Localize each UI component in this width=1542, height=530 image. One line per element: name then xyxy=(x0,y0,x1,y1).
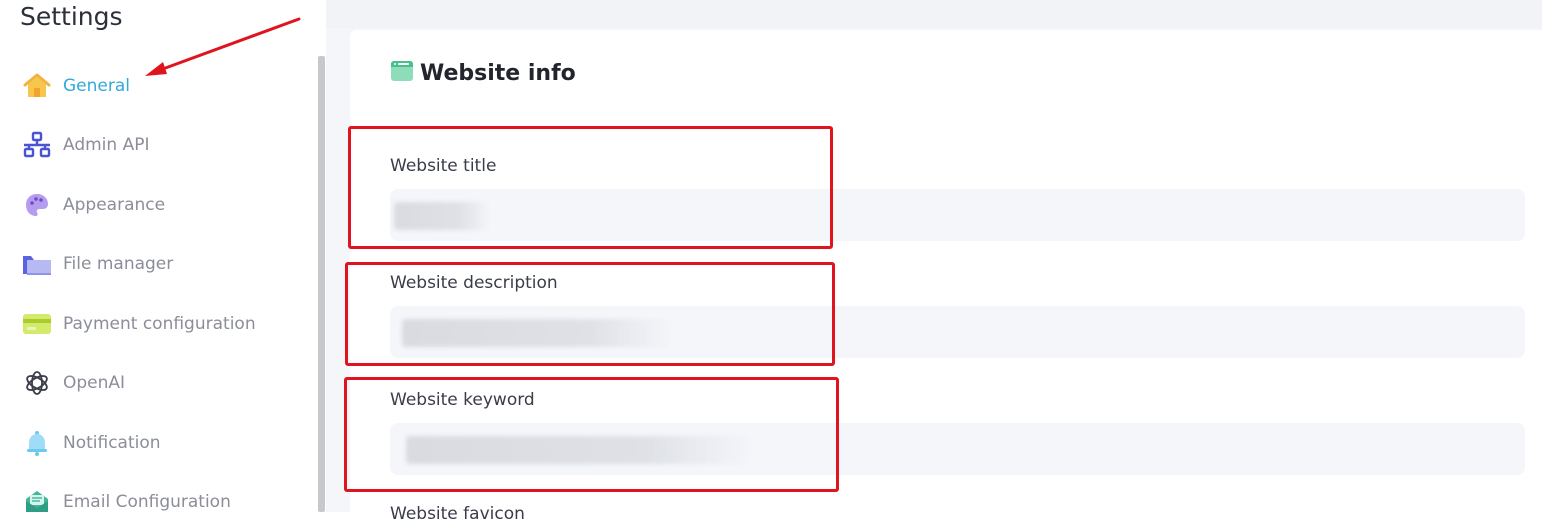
sidebar-item-admin-api[interactable]: Admin API xyxy=(20,128,149,162)
palette-icon xyxy=(20,188,54,222)
website-favicon-label: Website favicon xyxy=(390,504,525,524)
sidebar-item-label: Notification xyxy=(63,433,161,453)
sidebar-item-label: Payment configuration xyxy=(63,314,256,334)
sidebar-item-label: Email Configuration xyxy=(63,492,231,512)
sidebar-item-appearance[interactable]: Appearance xyxy=(20,188,165,222)
top-strip xyxy=(326,0,1542,28)
network-icon xyxy=(20,128,54,162)
sidebar-item-notification[interactable]: Notification xyxy=(20,426,161,460)
sidebar-item-label: General xyxy=(63,76,130,96)
sidebar-item-label: Appearance xyxy=(63,195,166,215)
card-title: Website info xyxy=(420,61,576,86)
sidebar-item-payment-configuration[interactable]: Payment configuration xyxy=(20,307,256,341)
redacted-value xyxy=(406,436,752,464)
bell-icon xyxy=(20,426,54,460)
home-icon xyxy=(20,69,54,103)
browser-window-icon xyxy=(390,60,414,87)
main-content: Website info Website title Website descr… xyxy=(326,0,1542,530)
sidebar-item-label: OpenAI xyxy=(63,373,126,393)
sidebar-item-email-configuration[interactable]: Email Configuration xyxy=(20,485,231,512)
sidebar-item-openai[interactable]: OpenAI xyxy=(20,366,125,400)
website-title-input[interactable] xyxy=(390,189,1525,241)
website-info-card: Website info Website title Website descr… xyxy=(350,30,1542,530)
mail-icon xyxy=(20,485,54,512)
folder-icon xyxy=(20,247,54,281)
card-header: Website info xyxy=(390,60,576,87)
website-description-label: Website description xyxy=(390,273,558,293)
website-description-input[interactable] xyxy=(390,306,1525,358)
redacted-value xyxy=(394,202,490,230)
sidebar-item-general[interactable]: General xyxy=(20,69,130,103)
website-title-label: Website title xyxy=(390,156,497,176)
openai-icon xyxy=(20,366,54,400)
website-keyword-label: Website keyword xyxy=(390,390,535,410)
redacted-value xyxy=(402,319,672,347)
settings-sidebar: Settings General Admin API Appearance Fi… xyxy=(0,0,326,512)
website-keyword-input[interactable] xyxy=(390,423,1525,475)
sidebar-item-file-manager[interactable]: File manager xyxy=(20,247,173,281)
sidebar-item-label: File manager xyxy=(63,254,174,274)
sidebar-title: Settings xyxy=(20,2,123,31)
sidebar-scrollbar[interactable] xyxy=(318,56,325,512)
sidebar-item-label: Admin API xyxy=(63,135,150,155)
credit-card-icon xyxy=(20,307,54,341)
